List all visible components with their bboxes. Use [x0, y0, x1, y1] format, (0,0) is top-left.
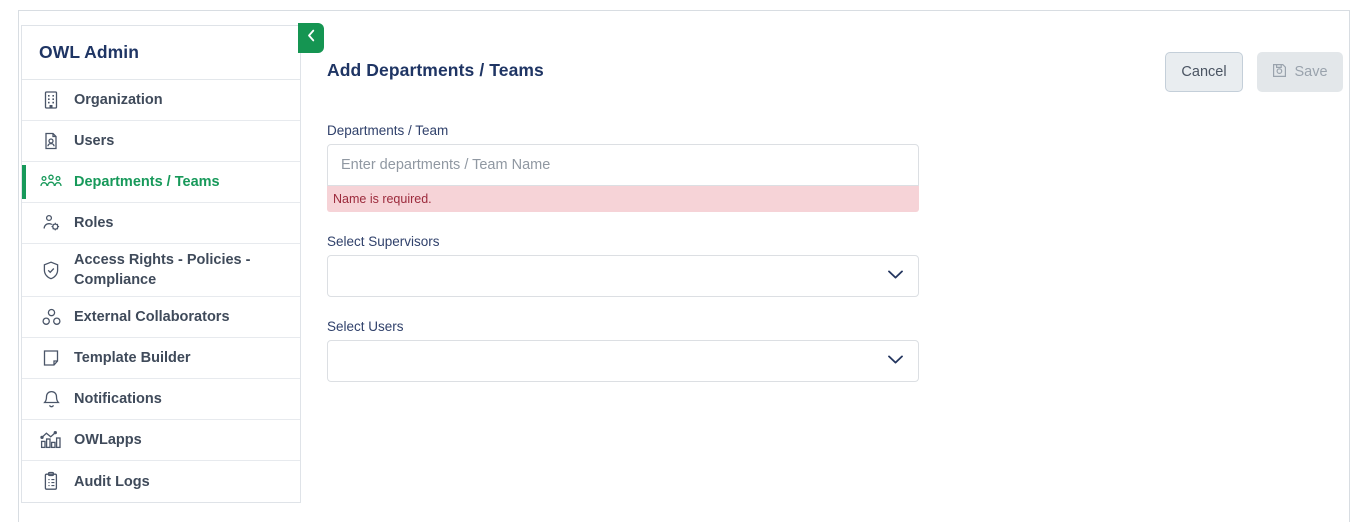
sidebar-item-access-rights[interactable]: Access Rights - Policies - Compliance [22, 244, 300, 297]
sidebar-item-label: Roles [74, 215, 114, 231]
clipboard-list-icon [38, 470, 64, 494]
name-error-message: Name is required. [327, 186, 919, 212]
page-fold-icon [38, 346, 64, 370]
department-name-input[interactable] [327, 144, 919, 186]
sidebar-header: OWL Admin [22, 26, 300, 80]
active-indicator [22, 165, 26, 199]
cancel-button-label: Cancel [1181, 64, 1227, 80]
cancel-button[interactable]: Cancel [1165, 52, 1243, 92]
sidebar-collapse-button[interactable] [298, 23, 324, 53]
sidebar-item-label: Template Builder [74, 350, 191, 366]
users-label: Select Users [327, 319, 404, 334]
add-department-form: Departments / Team Name is required. Sel… [327, 123, 919, 397]
select-users-dropdown[interactable] [327, 340, 919, 382]
sidebar-item-roles[interactable]: Roles [22, 203, 300, 244]
select-supervisors-dropdown[interactable] [327, 255, 919, 297]
sidebar-item-label: Departments / Teams [74, 174, 220, 190]
building-icon [38, 88, 64, 112]
collaborators-icon [38, 305, 64, 329]
main-content: Add Departments / Teams Cancel Save Depa… [302, 11, 1349, 514]
user-card-icon [38, 129, 64, 153]
sidebar-item-label: OWLapps [74, 432, 142, 448]
page-title: Add Departments / Teams [327, 60, 544, 80]
sidebar-item-label: Users [74, 133, 115, 149]
sidebar-item-label: External Collaborators [74, 309, 230, 325]
people-group-icon [38, 170, 64, 194]
save-button[interactable]: Save [1257, 52, 1343, 92]
sidebar-item-external-collaborators[interactable]: External Collaborators [22, 297, 300, 338]
name-field-group: Departments / Team Name is required. [327, 123, 919, 212]
sidebar-item-label: Notifications [74, 391, 162, 407]
action-bar: Cancel Save [1165, 52, 1343, 92]
sidebar-item-departments-teams[interactable]: Departments / Teams [22, 162, 300, 203]
bell-icon [38, 387, 64, 411]
name-field-label: Departments / Team [327, 123, 449, 138]
sidebar-item-label: Audit Logs [74, 473, 150, 490]
sidebar-item-template-builder[interactable]: Template Builder [22, 338, 300, 379]
sidebar-item-organization[interactable]: Organization [22, 80, 300, 121]
floppy-disk-icon [1272, 63, 1287, 82]
sidebar-title: OWL Admin [39, 42, 140, 62]
sidebar-item-notifications[interactable]: Notifications [22, 379, 300, 420]
bar-chart-icon [38, 428, 64, 452]
chevron-down-icon [887, 352, 904, 370]
sidebar-item-audit-logs[interactable]: Audit Logs [22, 461, 300, 502]
chevron-down-icon [887, 267, 904, 285]
sidebar-item-label: Organization [74, 92, 163, 108]
app-window: OWL Admin Organization Users Departments… [0, 0, 1365, 525]
save-button-label: Save [1294, 64, 1328, 80]
chevron-left-icon [306, 28, 317, 48]
sidebar-item-owlapps[interactable]: OWLapps [22, 420, 300, 461]
sidebar-item-label: Access Rights - Policies - Compliance [74, 252, 251, 288]
sidebar: OWL Admin Organization Users Departments… [21, 25, 301, 503]
sidebar-item-users[interactable]: Users [22, 121, 300, 162]
user-gear-icon [38, 211, 64, 235]
users-field-group: Select Users [327, 319, 919, 382]
supervisors-label: Select Supervisors [327, 234, 440, 249]
shield-check-icon [38, 258, 64, 282]
supervisors-field-group: Select Supervisors [327, 234, 919, 297]
